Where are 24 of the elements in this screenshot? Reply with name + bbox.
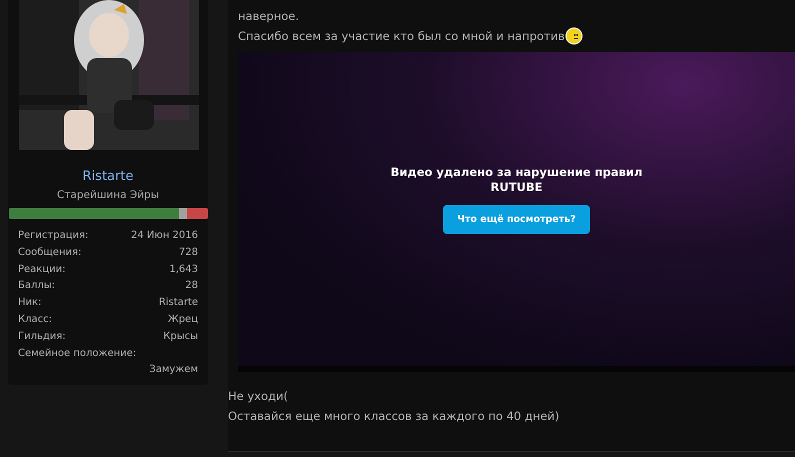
stat-label: Сообщения: xyxy=(18,246,82,260)
video-message: Видео удалено за нарушение правил RUTUBE xyxy=(390,164,644,194)
stat-label: Баллы: xyxy=(18,279,56,294)
post-text: Спасибо всем за участие кто был со мной и напротив xyxy=(238,28,565,45)
stat-value: Жрец xyxy=(168,312,198,327)
stat-label: Реакции: xyxy=(18,262,66,277)
post-text: Оставайся еще много классов за каждого по 40 дней) xyxy=(228,408,560,425)
stat-value: 28 xyxy=(185,279,198,294)
stat-value: Крысы xyxy=(163,330,198,344)
smiley-icon xyxy=(564,27,583,45)
stat-value: 728 xyxy=(178,246,198,260)
stat-label: Класс: xyxy=(18,312,52,327)
stat-label: Ник: xyxy=(18,296,42,310)
stat-value: 1,643 xyxy=(169,262,198,277)
stat-label: Регистрация: xyxy=(18,229,88,243)
stat-value: 24 Июн 2016 xyxy=(131,229,198,243)
post-text: наверное. xyxy=(238,8,300,25)
user-title: Старейшина Эйры xyxy=(56,189,159,201)
stat-value: Замужем xyxy=(148,363,198,378)
stat-label: Гильдия: xyxy=(18,330,66,344)
post-text: Не уходи( xyxy=(228,388,289,405)
username[interactable]: Ristarte xyxy=(82,169,134,184)
stat-value: Ristarte xyxy=(158,296,198,310)
stat-label: Семейное положение: xyxy=(18,346,136,361)
